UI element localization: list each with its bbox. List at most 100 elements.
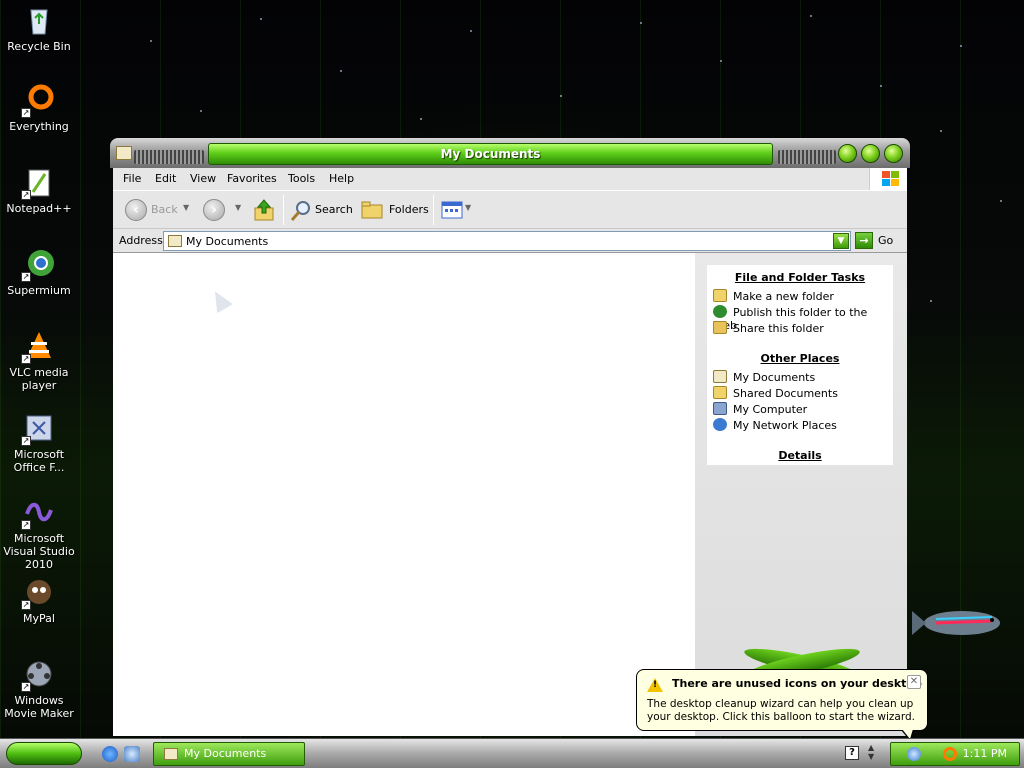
taskbar-button-label: My Documents xyxy=(184,747,267,760)
menu-help[interactable]: Help xyxy=(329,172,354,185)
file-list-area[interactable] xyxy=(113,252,695,736)
desktop-icon-label: Supermium xyxy=(7,284,71,297)
windows-logo-icon xyxy=(869,168,907,190)
file-folder-tasks-heading[interactable]: File and Folder Tasks xyxy=(707,271,893,284)
shortcut-arrow-icon: ↗ xyxy=(21,354,31,364)
toolbar-separator xyxy=(433,195,434,225)
back-dropdown-icon[interactable]: ▼ xyxy=(183,203,189,212)
shortcut-arrow-icon: ↗ xyxy=(21,600,31,610)
shortcut-arrow-icon: ↗ xyxy=(21,682,31,692)
title-bar[interactable]: My Documents xyxy=(110,138,910,168)
shortcut-arrow-icon: ↗ xyxy=(21,108,31,118)
toolbar-separator xyxy=(283,195,284,225)
address-label: Address xyxy=(119,234,163,247)
title-grille xyxy=(778,150,836,164)
go-arrow-icon[interactable]: → xyxy=(855,232,873,249)
desktop-icon-label: Recycle Bin xyxy=(7,40,71,53)
notification-balloon[interactable]: ! There are unused icons on your desktop… xyxy=(636,669,928,742)
place-label: My Documents xyxy=(733,371,816,384)
everything-tray-icon[interactable] xyxy=(943,747,957,761)
place-my-documents[interactable]: My Documents xyxy=(713,370,815,384)
shortcut-arrow-icon: ↗ xyxy=(21,436,31,446)
desktop-icon-label: Everything xyxy=(9,120,69,133)
warning-mark: ! xyxy=(653,680,658,690)
tray-expand-icon[interactable]: ▲ ▼ xyxy=(868,743,874,761)
taskbar-button-my-documents[interactable]: My Documents xyxy=(153,742,305,766)
mypal-icon: ↗ xyxy=(21,576,55,610)
back-arrow-icon[interactable]: ‹ xyxy=(125,199,147,221)
folders-icon[interactable] xyxy=(361,200,385,220)
up-folder-icon[interactable] xyxy=(253,198,275,222)
clock: 1:11 PM xyxy=(962,747,1007,760)
mouse-cursor-icon xyxy=(207,286,233,314)
menu-view[interactable]: View xyxy=(190,172,216,185)
taskbar: My Documents ? ▲ ▼ 1:11 PM xyxy=(0,738,1024,768)
menu-edit[interactable]: Edit xyxy=(155,172,176,185)
close-button[interactable] xyxy=(884,144,903,163)
place-shared-documents[interactable]: Shared Documents xyxy=(713,386,838,400)
desktop-icon-everything[interactable]: ↗ Everything xyxy=(0,84,78,133)
desktop-icon-label: Notepad++ xyxy=(6,202,72,215)
address-bar: Address My Documents ▼ → Go xyxy=(113,228,907,252)
shortcut-arrow-icon: ↗ xyxy=(21,272,31,282)
place-my-network-places[interactable]: My Network Places xyxy=(713,418,837,432)
menu-tools[interactable]: Tools xyxy=(288,172,315,185)
desktop-icon-office[interactable]: ↗ Microsoft Office F... xyxy=(0,412,78,474)
desktop-icon-mypal[interactable]: ↗ MyPal xyxy=(0,576,78,625)
office-icon: ↗ xyxy=(21,412,55,446)
details-heading[interactable]: Details xyxy=(707,449,893,462)
go-button-label[interactable]: Go xyxy=(878,234,893,247)
place-label: Shared Documents xyxy=(733,387,838,400)
place-label: My Network Places xyxy=(733,419,837,432)
desktop-icon-visual-studio[interactable]: ↗ Microsoft Visual Studio 2010 xyxy=(0,496,78,571)
search-icon[interactable] xyxy=(289,199,313,223)
folder-icon xyxy=(116,146,132,160)
place-my-computer[interactable]: My Computer xyxy=(713,402,807,416)
task-item-label: Share this folder xyxy=(733,322,824,335)
my-computer-icon xyxy=(713,402,727,415)
desktop-icon-label: Microsoft Visual Studio 2010 xyxy=(3,532,75,571)
balloon-close-button[interactable]: ✕ xyxy=(907,675,921,689)
notepad-plus-plus-icon: ↗ xyxy=(21,166,55,200)
desktop-cleanup-tray-icon[interactable] xyxy=(907,747,921,761)
search-button-label[interactable]: Search xyxy=(315,203,353,216)
help-icon[interactable]: ? xyxy=(845,746,859,760)
task-share-folder[interactable]: Share this folder xyxy=(713,321,824,335)
address-dropdown-icon[interactable]: ▼ xyxy=(833,233,849,249)
views-icon[interactable] xyxy=(441,201,463,219)
folder-icon xyxy=(164,748,178,760)
share-folder-icon xyxy=(713,321,727,334)
task-publish-web[interactable]: Publish this folder to the Web xyxy=(713,305,893,332)
balloon-title: There are unused icons on your desktop xyxy=(672,677,922,690)
task-make-new-folder[interactable]: Make a new folder xyxy=(713,289,834,303)
other-places-heading[interactable]: Other Places xyxy=(707,352,893,365)
desktop-icon-notepad-plus-plus[interactable]: ↗ Notepad++ xyxy=(0,166,78,215)
desktop-icon-vlc[interactable]: ↗ VLC media player xyxy=(0,330,78,392)
publish-web-icon xyxy=(713,305,727,318)
recycle-bin-icon xyxy=(23,4,55,36)
menu-favorites[interactable]: Favorites xyxy=(227,172,277,185)
desktop-icon-supermium[interactable]: ↗ Supermium xyxy=(0,248,78,297)
back-button-label[interactable]: Back xyxy=(151,203,178,216)
forward-dropdown-icon[interactable]: ▼ xyxy=(235,203,241,212)
system-tray: 1:11 PM xyxy=(890,742,1020,766)
desktop-icon-recycle-bin[interactable]: Recycle Bin xyxy=(0,4,78,53)
explorer-window: My Documents File Edit View Favorites To… xyxy=(110,138,910,738)
desktop-icon-label: Windows Movie Maker xyxy=(4,694,74,720)
maximize-button[interactable] xyxy=(861,144,880,163)
internet-explorer-icon[interactable] xyxy=(102,746,118,762)
visual-studio-icon: ↗ xyxy=(21,496,55,530)
folders-button-label[interactable]: Folders xyxy=(389,203,429,216)
menu-file[interactable]: File xyxy=(123,172,141,185)
start-button[interactable] xyxy=(6,742,82,765)
desktop-icon-movie-maker[interactable]: ↗ Windows Movie Maker xyxy=(0,658,78,720)
forward-arrow-icon[interactable]: › xyxy=(203,199,225,221)
show-desktop-icon[interactable] xyxy=(124,746,140,762)
minimize-button[interactable] xyxy=(838,144,857,163)
network-places-icon xyxy=(713,418,727,431)
address-input[interactable]: My Documents ▼ xyxy=(163,231,851,251)
views-dropdown-icon[interactable]: ▼ xyxy=(465,203,471,212)
toolbar: ‹ Back ▼ › ▼ Search Folders ▼ xyxy=(113,190,907,228)
desktop-icon-label: Microsoft Office F... xyxy=(13,448,65,474)
shortcut-arrow-icon: ↗ xyxy=(21,520,31,530)
